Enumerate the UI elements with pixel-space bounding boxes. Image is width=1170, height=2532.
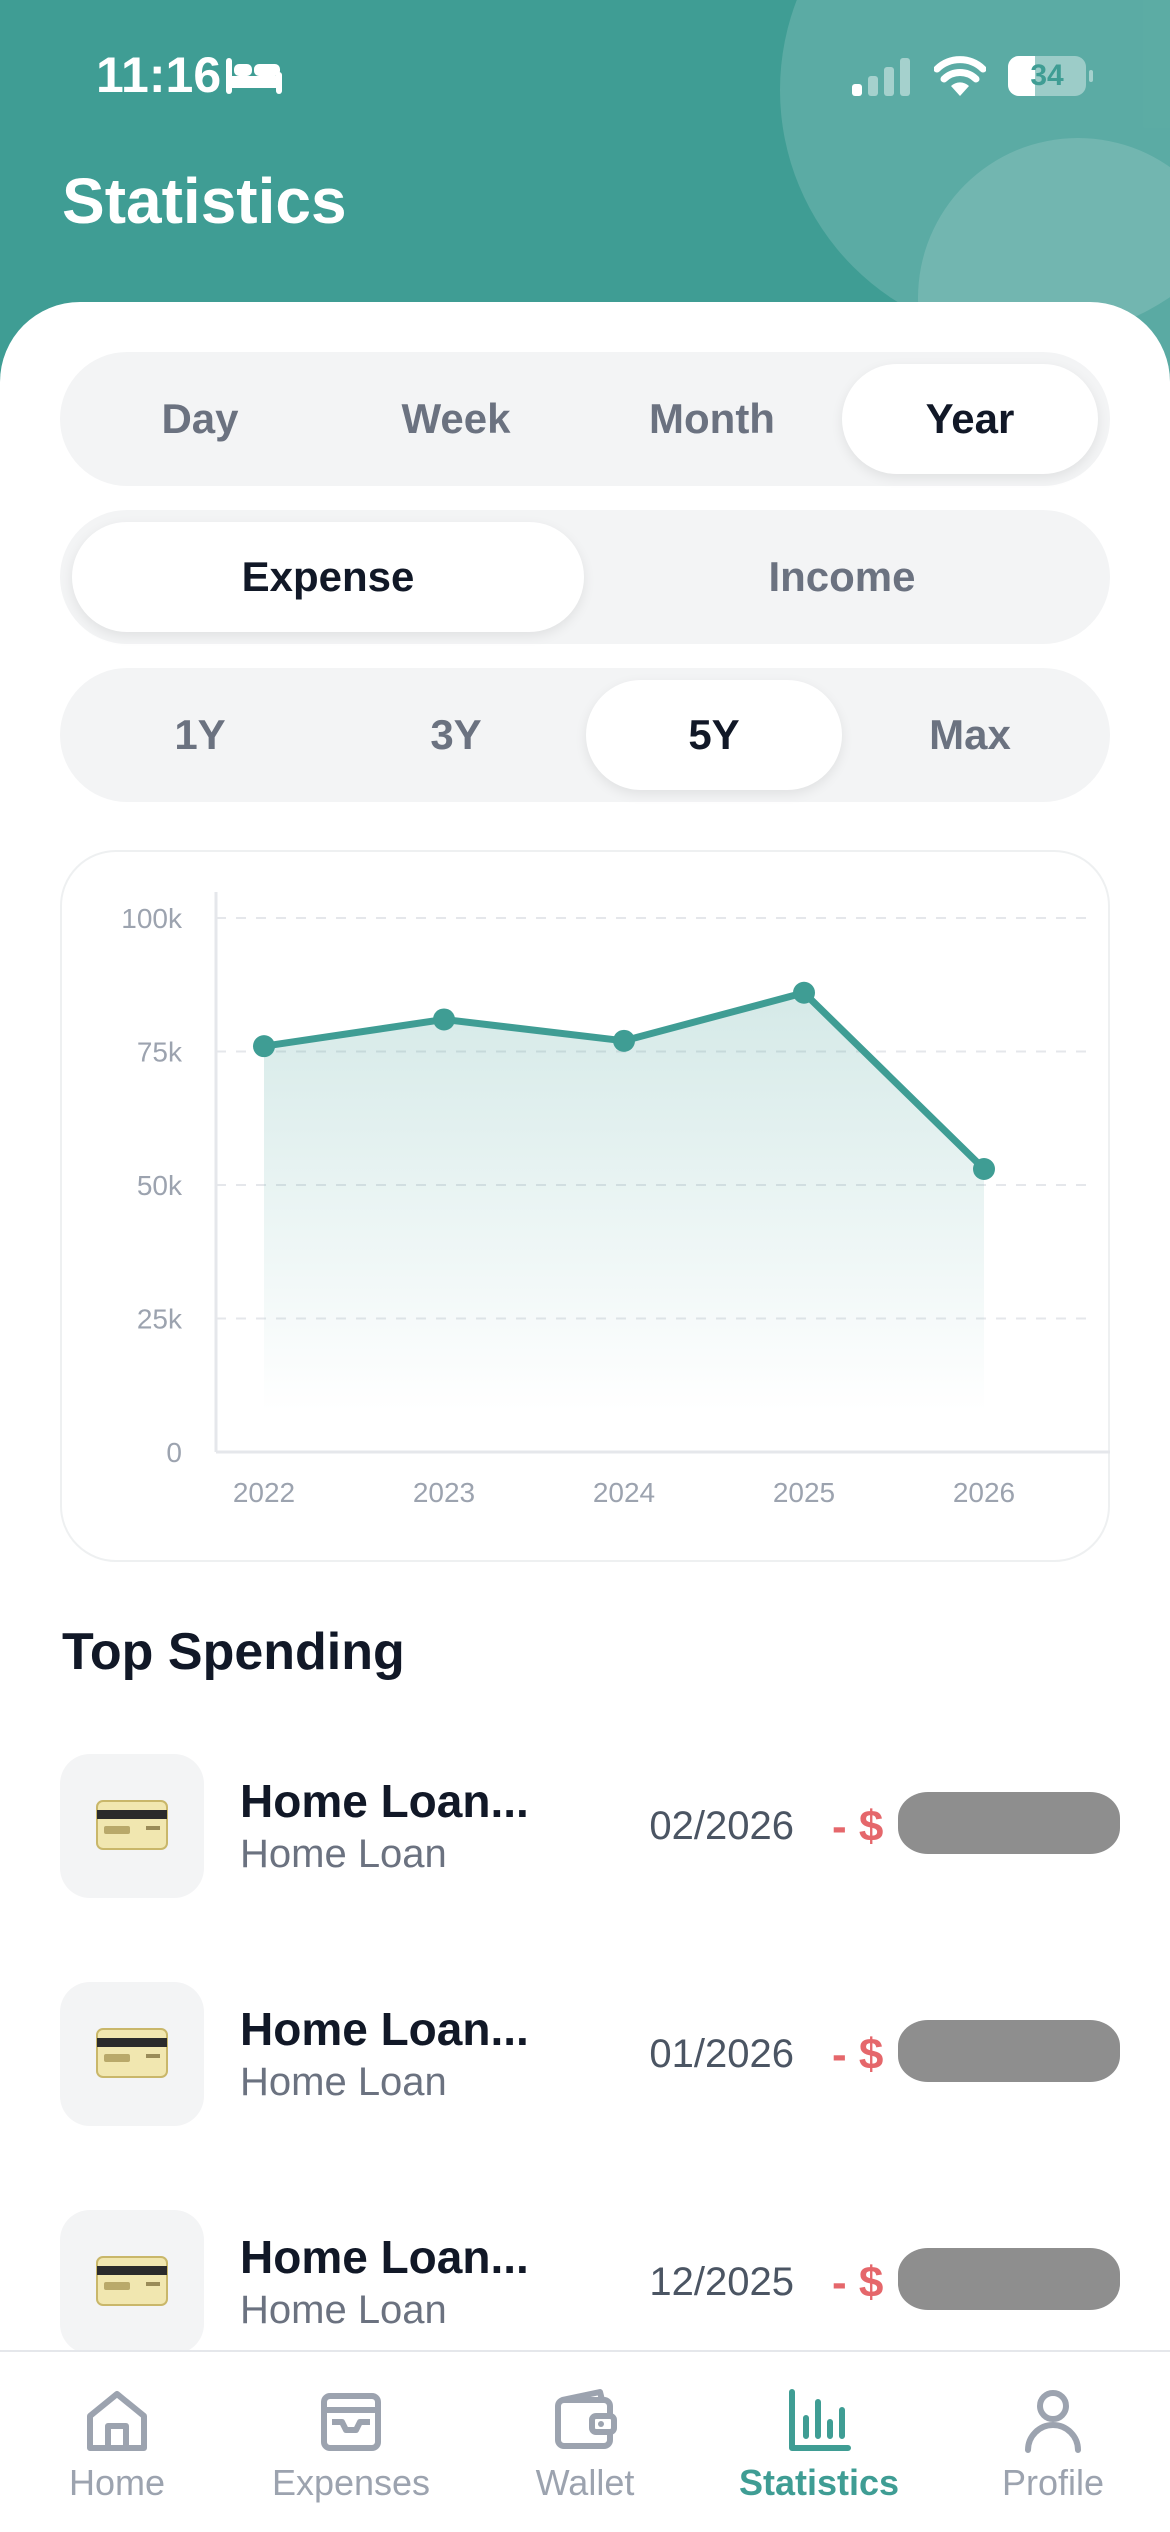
range-selector: 1Y 3Y 5Y Max — [60, 668, 1110, 802]
data-point[interactable] — [793, 981, 815, 1004]
list-item[interactable]: Home Loan... Home Loan 02/2026 - $ — [0, 1754, 1170, 1904]
tab-expense[interactable]: Expense — [72, 522, 584, 632]
profile-icon — [1025, 2390, 1081, 2453]
signal-icon — [852, 58, 910, 96]
tab-home[interactable]: Home — [0, 2352, 234, 2532]
data-point[interactable] — [433, 1008, 455, 1031]
bottom-tab-bar: Home Expenses Wallet Statistics Profile — [0, 2350, 1170, 2532]
x-tick-label: 2023 — [413, 1477, 475, 1508]
tab-income[interactable]: Income — [586, 522, 1098, 632]
data-point[interactable] — [253, 1035, 275, 1058]
y-tick-label: 25k — [137, 1304, 183, 1335]
battery-indicator: 34 — [1008, 56, 1093, 96]
expense-chart-card: 0 25k 50k 75k 100k 2022 2023 2024 2025 2026 — [60, 850, 1110, 1562]
type-selector: Expense Income — [60, 510, 1110, 644]
data-point[interactable] — [613, 1029, 635, 1052]
tab-profile[interactable]: Profile — [936, 2352, 1170, 2532]
redacted-amount — [898, 2248, 1120, 2310]
list-item[interactable]: Home Loan... Home Loan 12/2025 - $ — [0, 2210, 1170, 2360]
y-tick-label: 0 — [166, 1437, 182, 1468]
redacted-amount — [898, 2020, 1120, 2082]
bed-icon — [226, 58, 282, 94]
x-tick-label: 2022 — [233, 1477, 295, 1508]
transaction-category: Home Loan — [240, 2060, 447, 2104]
y-tick-label: 100k — [121, 903, 183, 934]
transaction-title: Home Loan... — [240, 2231, 529, 2283]
tab-day[interactable]: Day — [72, 364, 328, 474]
y-tick-label: 50k — [137, 1170, 183, 1201]
inbox-icon — [321, 2393, 381, 2451]
tab-statistics[interactable]: Statistics — [702, 2352, 936, 2532]
wifi-icon — [934, 56, 986, 96]
tab-1y[interactable]: 1Y — [72, 680, 328, 790]
transaction-title: Home Loan... — [240, 1775, 529, 1827]
credit-card-icon — [60, 1754, 204, 1898]
wallet-icon — [555, 2389, 617, 2449]
bar-chart-icon — [789, 2389, 851, 2451]
page-title: Statistics — [62, 165, 347, 237]
list-item[interactable]: Home Loan... Home Loan 01/2026 - $ — [0, 1982, 1170, 2132]
expense-chart: 0 25k 50k 75k 100k 2022 2023 2024 2025 2026 — [121, 892, 1110, 1508]
status-time: 11:16 — [96, 47, 222, 103]
x-tick-label: 2026 — [953, 1477, 1015, 1508]
transaction-date: 01/2026 — [649, 2032, 794, 2076]
home-icon — [87, 2391, 147, 2451]
tab-5y[interactable]: 5Y — [586, 680, 842, 790]
transaction-amount: - $ — [832, 1802, 884, 1851]
redacted-amount — [898, 1792, 1120, 1854]
transaction-category: Home Loan — [240, 1832, 447, 1876]
period-selector: Day Week Month Year — [60, 352, 1110, 486]
series-area — [264, 992, 984, 1412]
transaction-title: Home Loan... — [240, 2003, 529, 2055]
tab-3y[interactable]: 3Y — [328, 680, 584, 790]
tab-expenses[interactable]: Expenses — [234, 2352, 468, 2532]
y-tick-label: 75k — [137, 1037, 183, 1068]
transaction-date: 02/2026 — [649, 1804, 794, 1848]
tab-wallet[interactable]: Wallet — [468, 2352, 702, 2532]
credit-card-icon — [60, 2210, 204, 2354]
transaction-amount: - $ — [832, 2258, 884, 2307]
tab-year[interactable]: Year — [842, 364, 1098, 474]
x-tick-label: 2025 — [773, 1477, 835, 1508]
tab-max[interactable]: Max — [842, 680, 1098, 790]
transaction-category: Home Loan — [240, 2288, 447, 2332]
transaction-date: 12/2025 — [649, 2260, 794, 2304]
tab-week[interactable]: Week — [328, 364, 584, 474]
transaction-amount: - $ — [832, 2030, 884, 2079]
tab-month[interactable]: Month — [584, 364, 840, 474]
section-title-top-spending: Top Spending — [62, 1623, 405, 1681]
data-point[interactable] — [973, 1157, 995, 1180]
x-tick-label: 2024 — [593, 1477, 655, 1508]
credit-card-icon — [60, 1982, 204, 2126]
